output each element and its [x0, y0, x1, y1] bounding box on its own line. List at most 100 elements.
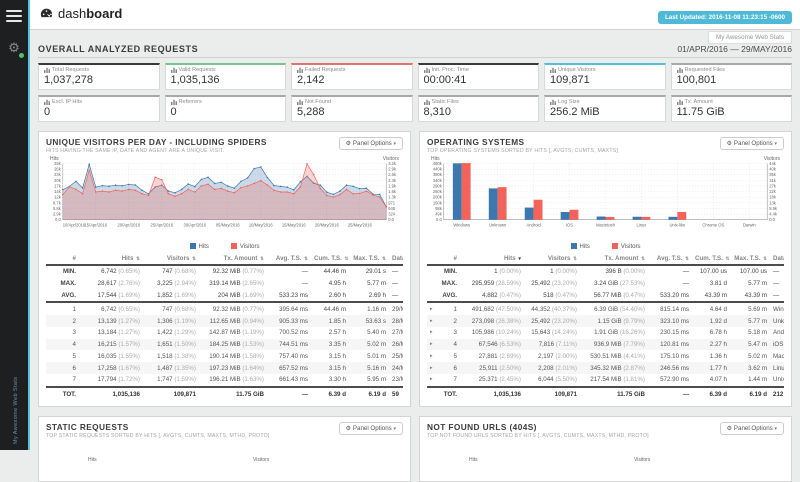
svg-text:18k: 18k [769, 195, 777, 200]
svg-text:4.4k: 4.4k [769, 212, 778, 217]
legend-swatch-icon [612, 243, 618, 249]
svg-text:Unix-like: Unix-like [669, 223, 686, 228]
panel-options-button[interactable]: ⚙ Panel Options ▾ [339, 422, 403, 435]
stat-value: 0 [44, 106, 154, 118]
svg-text:250k: 250k [433, 189, 443, 194]
expand-caret-icon[interactable]: ▸ [430, 318, 433, 324]
stat-card: Total Requests1,037,278 [38, 63, 160, 90]
legend-swatch-icon [190, 243, 196, 249]
table-row[interactable]: ▸725,371 (2.45%)6,044 (5.50%)217.54 MiB … [427, 374, 784, 387]
sort-icon: ⇅ [763, 256, 767, 261]
panel-options-button[interactable]: ⚙ Panel Options ▾ [720, 422, 784, 435]
stat-value: 00:00:41 [424, 74, 534, 86]
svg-text:22k: 22k [769, 189, 777, 194]
svg-text:8.9k: 8.9k [769, 206, 778, 211]
column-header[interactable]: Tx. Amount ⇅ [199, 253, 267, 265]
sort-icon: ⇅ [192, 256, 196, 261]
column-header[interactable]: Avg. T.S. ⇅ [267, 253, 311, 265]
stat-card: Not Found5,288 [291, 95, 413, 122]
svg-text:648: 648 [388, 206, 396, 211]
sort-icon: ⇅ [382, 256, 386, 261]
panel-options-button[interactable]: ⚙ Panel Options ▾ [720, 137, 784, 150]
legend-swatch-icon [571, 243, 577, 249]
stat-label: Referrers [171, 99, 281, 105]
expand-caret-icon[interactable]: ▸ [430, 306, 433, 312]
svg-text:Windows: Windows [453, 223, 470, 228]
table-row[interactable]: ▸527,881 (2.69%)2,197 (2.00%)530.51 MiB … [427, 350, 784, 362]
main-panels: UNIQUE VISITORS PER DAY - INCLUDING SPID… [38, 131, 792, 407]
column-header[interactable]: # [46, 253, 79, 265]
stat-label: Log Size [550, 99, 660, 105]
svg-text:10/Apr/2016: 10/Apr/2016 [63, 223, 86, 228]
table-row[interactable]: ▸625,911 (2.50%)2,208 (2.01%)345.32 MiB … [427, 362, 784, 374]
sort-icon: ⇅ [345, 256, 349, 261]
stat-value: 8,310 [424, 106, 534, 118]
table-row: 617,258 (1.67%)1,487 (1.35%)197.23 MiB (… [46, 362, 403, 374]
chart-icon [424, 99, 430, 105]
legend-item: Hits [571, 243, 590, 250]
column-header[interactable]: Data ⇅ [770, 253, 784, 265]
svg-text:40k: 40k [769, 167, 777, 172]
expand-caret-icon[interactable]: ▸ [430, 353, 433, 359]
panel-options-button[interactable]: ⚙ Panel Options ▾ [339, 137, 403, 150]
expand-caret-icon[interactable]: ▸ [430, 376, 433, 382]
sidebar: ⚙ My Awesome Web Stats [0, 0, 30, 450]
expand-caret-icon[interactable]: ▸ [430, 365, 433, 371]
expand-caret-icon[interactable]: ▸ [430, 341, 433, 347]
date-range: 01/APR/2016 — 29/MAY/2016 [677, 44, 792, 54]
last-updated-badge: Last Updated: 2016-11-08 11:23:15 -0600 [658, 11, 792, 24]
area-chart: 29k3.2k26k2.9k23k2.6k20k2.3k17k1.9k14k1.… [46, 158, 403, 242]
svg-text:Macintosh: Macintosh [596, 223, 616, 228]
menu-toggle-icon[interactable] [6, 10, 22, 22]
svg-text:23k: 23k [54, 172, 62, 177]
legend-item: Visitors [612, 243, 641, 250]
table-row[interactable]: ▸467,546 (6.53%)7,816 (7.11%)936.9 MiB (… [427, 339, 784, 351]
left-axis-label: Hits [469, 457, 478, 463]
column-header[interactable]: # [427, 253, 460, 265]
svg-text:25/Apr/2016: 25/Apr/2016 [151, 223, 174, 228]
column-header[interactable]: Tx. Amount ⇅ [580, 253, 648, 265]
svg-text:20k: 20k [54, 178, 62, 183]
svg-text:971: 971 [388, 200, 396, 205]
column-header[interactable]: Max. T.S. ⇅ [730, 253, 770, 265]
settings-gear-icon[interactable]: ⚙ [5, 40, 23, 56]
column-header[interactable]: Cum. T.S. ⇅ [311, 253, 349, 265]
sort-icon: ▾ [518, 256, 521, 262]
svg-text:290k: 290k [433, 183, 443, 188]
sort-icon: ⇅ [573, 256, 577, 261]
column-header[interactable]: Hits ⇅ [79, 253, 143, 265]
left-axis-label: Hits [50, 156, 59, 162]
svg-text:20/Apr/2016: 20/Apr/2016 [118, 223, 141, 228]
stat-value: 1,035,136 [171, 74, 281, 86]
right-axis-label: Visitors [383, 156, 399, 162]
column-header[interactable]: Visitors ⇅ [524, 253, 580, 265]
sort-icon: ⇅ [136, 256, 140, 261]
panel-unique-visitors: UNIQUE VISITORS PER DAY - INCLUDING SPID… [38, 131, 411, 407]
column-header[interactable]: Cum. T.S. ⇅ [692, 253, 730, 265]
table-row[interactable]: ▸1491,682 (47.50%)44,352 (40.37%)6.39 Gi… [427, 302, 784, 315]
column-header[interactable]: Avg. T.S. ⇅ [648, 253, 692, 265]
chart-icon [297, 99, 303, 105]
chevron-down-icon: ▾ [393, 141, 396, 147]
aggregate-row: AVG.4,882 (0.47%)518 (0.47%)56.77 MiB (0… [427, 290, 784, 303]
svg-text:Chrome OS: Chrome OS [702, 223, 724, 228]
column-header[interactable]: Max. T.S. ⇅ [349, 253, 389, 265]
table-row[interactable]: ▸2273,098 (26.38%)25,492 (23.20%)1.15 Gi… [427, 315, 784, 327]
table-row[interactable]: ▸3105,986 (10.24%)15,643 (14.24%)1.91 Gi… [427, 327, 784, 339]
legend-item: Visitors [231, 243, 260, 250]
panel-not-found: NOT FOUND URLS (404S) TOP NOT FOUND URLS… [419, 416, 792, 482]
svg-text:iOS: iOS [566, 223, 573, 228]
svg-text:20/May/2016: 20/May/2016 [315, 223, 340, 228]
svg-text:Unknown: Unknown [489, 223, 507, 228]
right-axis-label: Visitors [634, 457, 650, 463]
stat-card: Valid Requests1,035,136 [165, 63, 287, 90]
table-row: 16,742 (0.65%)747 (0.68%)92.32 MiB (0.77… [46, 302, 403, 315]
column-header[interactable]: Data ▾ [389, 253, 403, 265]
column-header[interactable]: Visitors ⇅ [143, 253, 199, 265]
table-row: 213,139 (1.27%)1,306 (1.19%)112.65 MiB (… [46, 315, 403, 327]
stat-label: Init. Proc. Time [424, 67, 534, 73]
stat-card: Failed Requests2,142 [291, 63, 413, 90]
expand-caret-icon[interactable]: ▸ [430, 329, 433, 335]
column-header[interactable]: Hits ▾ [460, 253, 524, 265]
svg-text:98k: 98k [435, 206, 443, 211]
